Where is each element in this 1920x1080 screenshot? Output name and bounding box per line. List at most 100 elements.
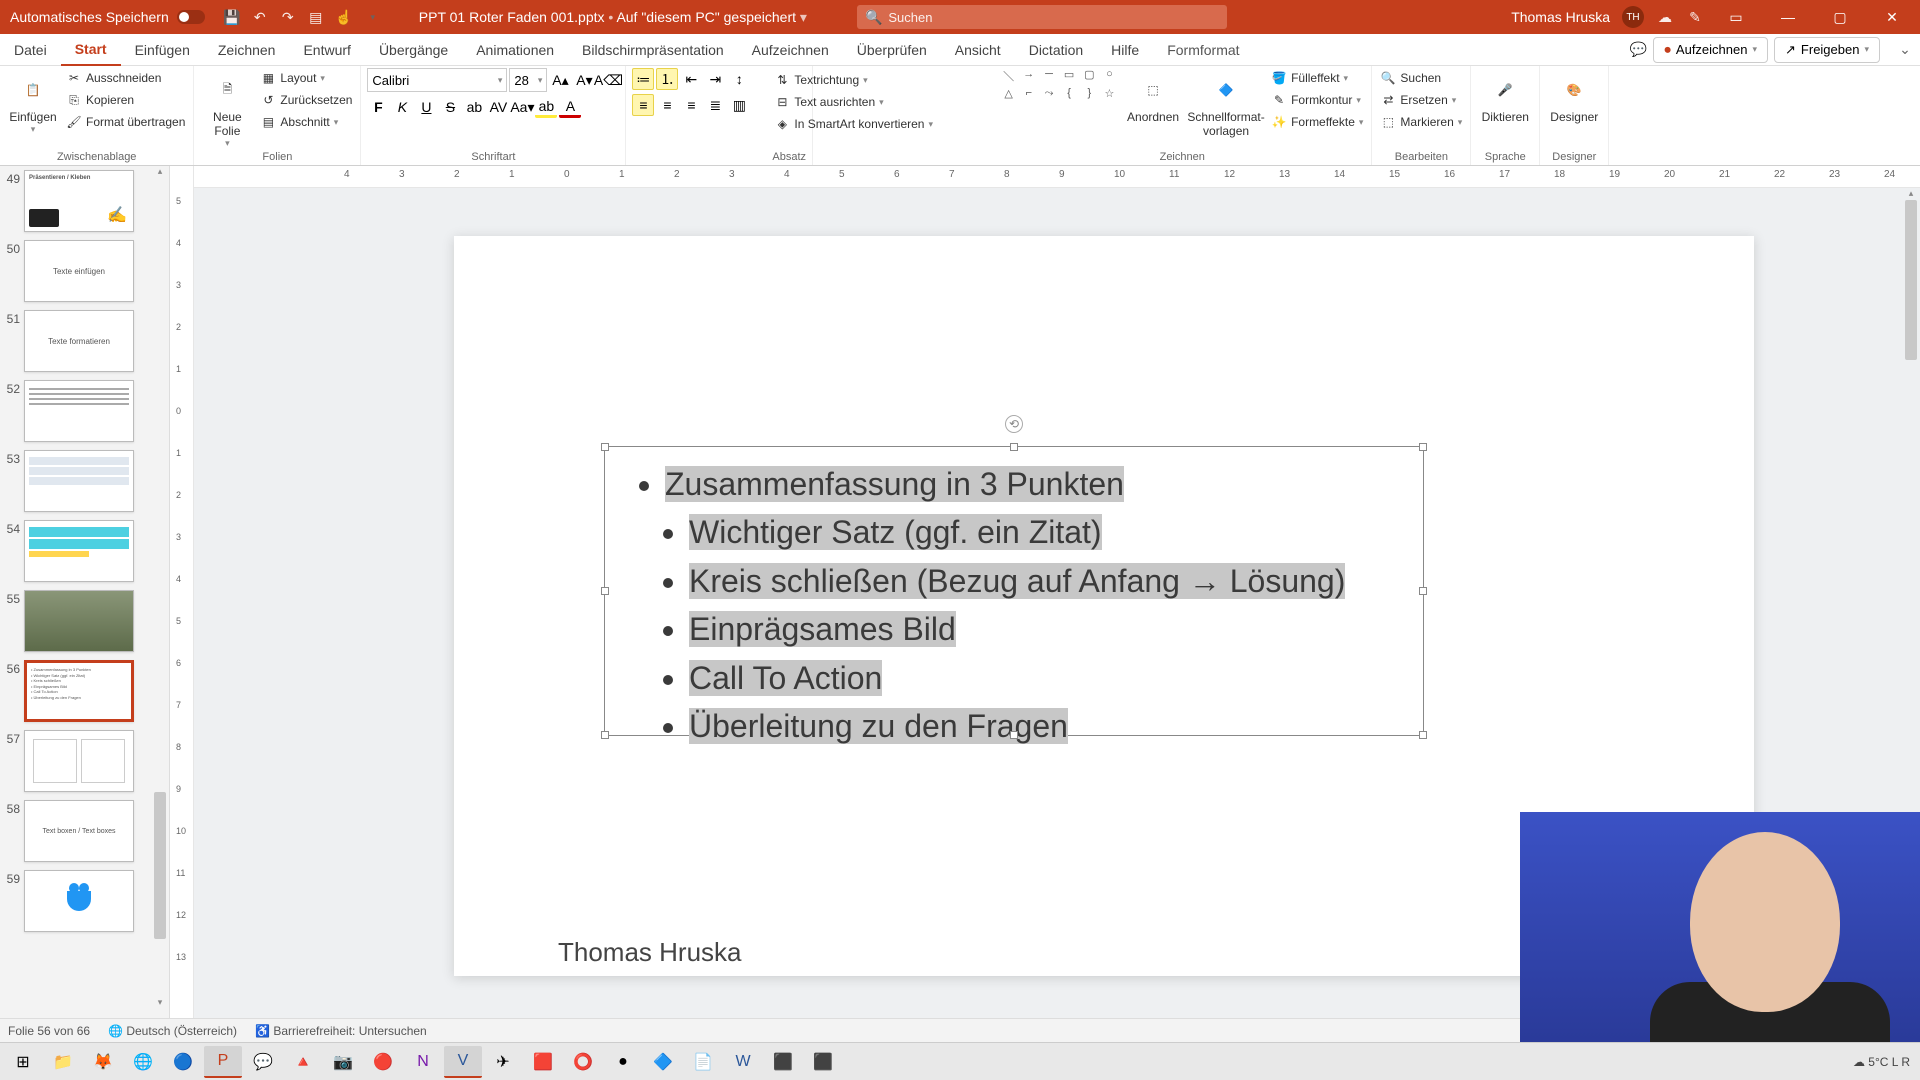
rotate-handle-icon[interactable]: ⟲ [1005,415,1023,433]
shape-tri-icon[interactable]: △ [999,87,1018,105]
clear-format-icon[interactable]: A⌫ [597,69,619,91]
find-button[interactable]: 🔍Suchen [1378,68,1464,88]
handle-sw[interactable] [601,731,609,739]
arrange-button[interactable]: ⬚ Anordnen [1123,68,1183,124]
handle-w[interactable] [601,587,609,595]
word-icon[interactable]: W [724,1046,762,1078]
shape-square-icon[interactable]: ▢ [1080,68,1099,86]
app-icon-8[interactable]: 📄 [684,1046,722,1078]
tab-hilfe[interactable]: Hilfe [1097,34,1153,66]
thumbnail[interactable]: 55 [0,590,165,652]
app-icon-3[interactable]: 🔴 [364,1046,402,1078]
shape-outline-button[interactable]: ✎Formkontur▾ [1269,90,1365,110]
tab-aufzeichnen[interactable]: Aufzeichnen [738,34,843,66]
tab-formformat[interactable]: Formformat [1153,34,1253,66]
bullet-item[interactable]: Wichtiger Satz (ggf. ein Zitat) [689,514,1102,550]
underline-button[interactable]: U [415,96,437,118]
thumbnail[interactable]: 57 [0,730,165,792]
shape-line2-icon[interactable]: ─ [1039,68,1058,86]
smartart-button[interactable]: ◈In SmartArt konvertieren▾ [772,114,935,134]
thumbnail[interactable]: 49Präsentieren / Kleben✍ [0,170,165,232]
reset-button[interactable]: ↺Zurücksetzen [258,90,354,110]
thumbnail[interactable]: 50Texte einfügen [0,240,165,302]
thumbnail[interactable]: 58Text boxen / Text boxes [0,800,165,862]
text-direction-button[interactable]: ⇅Textrichtung▾ [772,70,935,90]
editor-scroll-handle[interactable] [1905,200,1917,360]
thumbnail[interactable]: 53 [0,450,165,512]
thumbnails-scroll-handle[interactable] [154,792,166,939]
thumbnail[interactable]: 51Texte formatieren [0,310,165,372]
italic-button[interactable]: K [391,96,413,118]
firefox-icon[interactable]: 🦊 [84,1046,122,1078]
decrease-font-icon[interactable]: A▾ [573,69,595,91]
thumbnail[interactable]: 54 [0,520,165,582]
align-text-button[interactable]: ⊟Text ausrichten▾ [772,92,935,112]
start-menu-icon[interactable]: ⊞ [4,1046,42,1078]
tab-zeichnen[interactable]: Zeichnen [204,34,290,66]
tab-bildschirmpraesentation[interactable]: Bildschirmpräsentation [568,34,738,66]
app-icon-9[interactable]: ⬛ [764,1046,802,1078]
decrease-indent-icon[interactable]: ⇤ [680,68,702,90]
handle-nw[interactable] [601,443,609,451]
maximize-icon[interactable]: ▢ [1820,0,1860,34]
save-icon[interactable]: 💾 [223,8,241,26]
app-icon-5[interactable]: ⭕ [564,1046,602,1078]
format-painter-button[interactable]: 🖌Format übertragen [64,112,187,132]
shape-star-icon[interactable]: ☆ [1100,87,1119,105]
dictate-button[interactable]: 🎤 Diktieren [1477,68,1533,124]
tab-entwurf[interactable]: Entwurf [289,34,364,66]
search-box[interactable]: 🔍 [857,5,1227,29]
thumbnails-scrollbar[interactable]: ▴ ▾ [151,166,169,1008]
tab-ansicht[interactable]: Ansicht [941,34,1015,66]
justify-icon[interactable]: ≣ [704,94,726,116]
shape-brace1-icon[interactable]: { [1060,87,1079,105]
slideshow-start-icon[interactable]: ▤ [307,8,325,26]
tab-animationen[interactable]: Animationen [462,34,568,66]
app-icon-1[interactable]: 💬 [244,1046,282,1078]
case-button[interactable]: Aa▾ [511,96,533,118]
bullet-list[interactable]: Zusammenfassung in 3 Punkten Wichtiger S… [605,447,1423,765]
increase-font-icon[interactable]: A▴ [549,69,571,91]
designer-button[interactable]: 🎨 Designer [1546,68,1602,124]
bold-button[interactable]: F [367,96,389,118]
align-left-icon[interactable]: ≡ [632,94,654,116]
shadow-button[interactable]: ab [463,96,485,118]
accessibility-status[interactable]: ♿ Barrierefreiheit: Untersuchen [255,1024,427,1038]
cut-button[interactable]: ✂Ausschneiden [64,68,187,88]
ribbon-display-icon[interactable]: ▭ [1716,0,1756,34]
content-textbox[interactable]: ⟲ Zusammenfassung in 3 Punkten Wichtiger… [604,446,1424,736]
app-icon-6[interactable]: ● [604,1046,642,1078]
font-color-icon[interactable]: A [559,96,581,118]
bullet-item[interactable]: Call To Action [689,660,882,696]
strike-button[interactable]: S [439,96,461,118]
section-button[interactable]: ▤Abschnitt▾ [258,112,354,132]
tab-start[interactable]: Start [61,34,121,66]
app-icon-2[interactable]: 📷 [324,1046,362,1078]
font-name-select[interactable]: Calibri▾ [367,68,507,92]
shape-rect-icon[interactable]: ▭ [1060,68,1079,86]
shape-brace2-icon[interactable]: } [1080,87,1099,105]
vlc-icon[interactable]: 🔺 [284,1046,322,1078]
handle-s[interactable] [1010,731,1018,739]
increase-indent-icon[interactable]: ⇥ [704,68,726,90]
user-avatar[interactable]: TH [1622,6,1644,28]
comments-icon[interactable]: 💬 [1623,41,1653,58]
thumbnail[interactable]: 59 [0,870,165,932]
author-text[interactable]: Thomas Hruska [558,937,742,968]
pen-icon[interactable]: ✎ [1686,8,1704,26]
shape-arrow-icon[interactable]: → [1019,68,1038,86]
tab-uebergaenge[interactable]: Übergänge [365,34,462,66]
select-button[interactable]: ⬚Markieren▾ [1378,112,1464,132]
shape-l-icon[interactable]: ⌐ [1019,87,1038,105]
redo-icon[interactable]: ↷ [279,8,297,26]
numbering-icon[interactable]: ⒈ [656,68,678,90]
edge-icon[interactable]: 🔵 [164,1046,202,1078]
paste-button[interactable]: 📋 Einfügen ▾ [6,68,60,135]
line-spacing-icon[interactable]: ↕ [728,68,750,90]
bullets-icon[interactable]: ≔ [632,68,654,90]
search-input[interactable] [888,10,1219,25]
close-icon[interactable]: ✕ [1872,0,1912,34]
copy-button[interactable]: ⎘Kopieren [64,90,187,110]
shape-line-icon[interactable]: ＼ [999,68,1018,86]
quick-styles-button[interactable]: 🔷 Schnellformat-vorlagen [1187,68,1265,138]
